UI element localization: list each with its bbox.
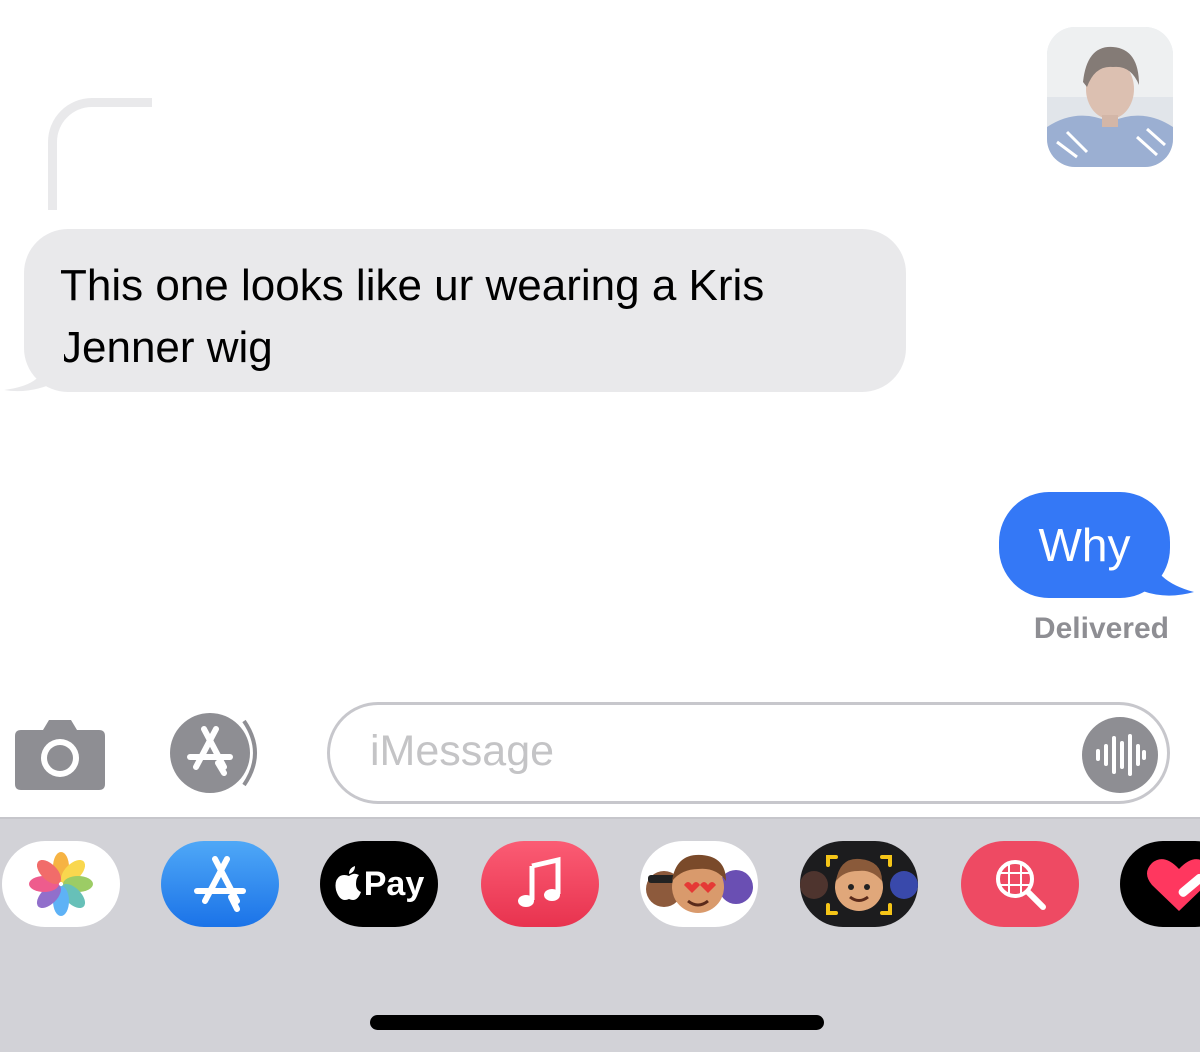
globe-search-icon [996,860,1046,910]
music-app-button[interactable] [481,841,599,927]
replied-photo-thumbnail[interactable] [1047,27,1173,167]
apple-pay-label: Pay [363,864,425,903]
outgoing-message-bubble[interactable]: Why [999,492,1170,598]
app-store-icon [194,856,246,912]
photos-flower-icon [29,852,93,916]
reply-thread-line [48,98,152,210]
apple-pay-button[interactable]: Pay [320,841,438,927]
audio-message-button[interactable] [1081,716,1159,794]
incoming-message-bubble[interactable]: This one looks like ur wearing a Kris Je… [24,229,906,392]
app-store-icon [170,713,257,793]
home-indicator[interactable] [370,1015,824,1030]
incoming-message-text: This one looks like ur wearing a Kris Je… [60,261,765,372]
waveform-icon [1082,717,1158,793]
memoji-camera-icon [800,855,918,915]
heart-icon [1147,859,1200,911]
memoji-stickers-button[interactable] [640,841,758,927]
delivery-status: Delivered [1033,612,1169,645]
input-placeholder: iMessage [370,727,555,775]
memoji-camera-button[interactable] [800,841,918,927]
image-search-button[interactable] [961,841,1079,927]
photos-app-button[interactable] [2,841,120,927]
incoming-bubble-tail [4,340,64,392]
music-note-icon [518,856,561,907]
camera-icon [15,720,105,790]
memoji-icon [646,854,753,913]
apple-logo-icon [335,866,361,900]
camera-button[interactable] [13,716,107,790]
imessage-input[interactable]: iMessage [327,702,1170,804]
app-drawer: Pay [0,817,1200,1052]
digital-touch-button[interactable] [1120,841,1200,927]
app-store-button[interactable] [168,713,278,793]
app-store-app-button[interactable] [161,841,279,927]
outgoing-message-text: Why [1038,519,1131,571]
